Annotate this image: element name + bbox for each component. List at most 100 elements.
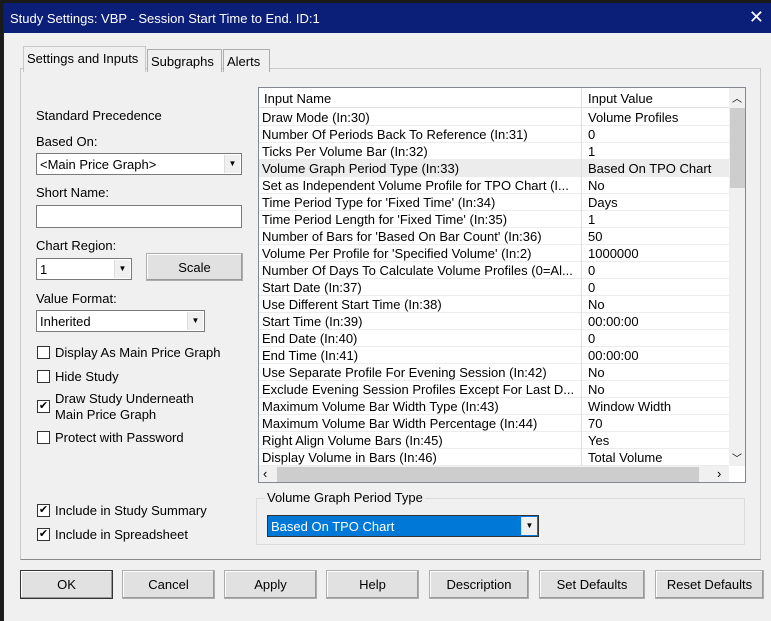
- protect-with-password-label: Protect with Password: [55, 430, 184, 445]
- input-value[interactable]: Total Volume: [588, 450, 662, 465]
- table-row[interactable]: Ticks Per Volume Bar (In:32) 1: [259, 143, 729, 160]
- input-name: Start Date (In:37): [262, 280, 362, 295]
- input-value[interactable]: 00:00:00: [588, 348, 639, 363]
- table-row[interactable]: End Time (In:41) 00:00:00: [259, 347, 729, 364]
- input-name: Exclude Evening Session Profiles Except …: [262, 382, 575, 397]
- input-value[interactable]: 1: [588, 144, 595, 159]
- scroll-up-icon[interactable]: ︿: [732, 90, 742, 105]
- table-row[interactable]: Number Of Days To Calculate Volume Profi…: [259, 262, 729, 279]
- input-value[interactable]: No: [588, 365, 605, 380]
- input-value[interactable]: Window Width: [588, 399, 671, 414]
- table-row[interactable]: Number Of Periods Back To Reference (In:…: [259, 126, 729, 143]
- input-name: Time Period Type for 'Fixed Time' (In:34…: [262, 195, 496, 210]
- chevron-down-icon: ▼: [521, 517, 537, 535]
- close-icon[interactable]: ✕: [749, 7, 764, 28]
- based-on-value: <Main Price Graph>: [40, 157, 157, 172]
- scroll-down-icon[interactable]: ﹀: [732, 450, 742, 465]
- input-value[interactable]: 70: [588, 416, 602, 431]
- volume-graph-period-type-value: Based On TPO Chart: [271, 519, 395, 534]
- input-value[interactable]: No: [588, 178, 605, 193]
- table-row[interactable]: Right Align Volume Bars (In:45) Yes: [259, 432, 729, 449]
- draw-study-underneath-label: Draw Study Underneath: [55, 391, 194, 406]
- input-value[interactable]: 0: [588, 331, 595, 346]
- input-value[interactable]: Days: [588, 195, 618, 210]
- volume-graph-period-type-select[interactable]: Based On TPO Chart ▼: [267, 515, 539, 537]
- table-row[interactable]: Set as Independent Volume Profile for TP…: [259, 177, 729, 194]
- tab-alerts[interactable]: Alerts: [223, 49, 270, 72]
- study-settings-dialog: Study Settings: VBP - Session Start Time…: [3, 3, 771, 621]
- input-value[interactable]: No: [588, 382, 605, 397]
- table-row[interactable]: Exclude Evening Session Profiles Except …: [259, 381, 729, 398]
- title-bar: Study Settings: VBP - Session Start Time…: [4, 3, 771, 33]
- input-name: Number Of Days To Calculate Volume Profi…: [262, 263, 573, 278]
- window-title: Study Settings: VBP - Session Start Time…: [10, 11, 320, 26]
- value-format-select[interactable]: Inherited ▼: [36, 310, 205, 332]
- input-name: Start Time (In:39): [262, 314, 363, 329]
- table-row[interactable]: End Date (In:40) 0: [259, 330, 729, 347]
- input-name: Ticks Per Volume Bar (In:32): [262, 144, 428, 159]
- chevron-down-icon: ▼: [114, 260, 130, 278]
- table-row[interactable]: Maximum Volume Bar Width Percentage (In:…: [259, 415, 729, 432]
- column-header-input-name[interactable]: Input Name: [264, 91, 331, 106]
- hide-study-checkbox[interactable]: [37, 370, 50, 383]
- input-value[interactable]: 0: [588, 127, 595, 142]
- input-value[interactable]: Based On TPO Chart: [588, 161, 711, 176]
- chart-region-select[interactable]: 1 ▼: [36, 258, 132, 280]
- table-row[interactable]: Start Time (In:39) 00:00:00: [259, 313, 729, 330]
- set-defaults-button[interactable]: Set Defaults: [539, 570, 645, 599]
- vertical-scrollbar[interactable]: ︿ ﹀: [729, 88, 745, 466]
- input-name: End Time (In:41): [262, 348, 359, 363]
- input-value[interactable]: Yes: [588, 433, 609, 448]
- based-on-select[interactable]: <Main Price Graph> ▼: [36, 153, 242, 175]
- table-row[interactable]: Maximum Volume Bar Width Type (In:43) Win…: [259, 398, 729, 415]
- table-row[interactable]: Display Volume in Bars (In:46) Total Volu…: [259, 449, 729, 466]
- cancel-button[interactable]: Cancel: [122, 570, 215, 599]
- table-row[interactable]: Volume Graph Period Type (In:33) Based On…: [259, 160, 729, 177]
- input-name: Maximum Volume Bar Width Percentage (In:…: [262, 416, 538, 431]
- based-on-label: Based On:: [36, 134, 98, 149]
- input-name: Draw Mode (In:30): [262, 110, 370, 125]
- input-value[interactable]: Volume Profiles: [588, 110, 678, 125]
- chart-region-label: Chart Region:: [36, 238, 117, 253]
- help-button[interactable]: Help: [326, 570, 419, 599]
- inputs-grid: Input Name Input Value Draw Mode (In:30)…: [258, 87, 746, 483]
- tab-settings-and-inputs[interactable]: Settings and Inputs: [23, 46, 146, 72]
- table-row[interactable]: Number of Bars for 'Based On Bar Count' …: [259, 228, 729, 245]
- protect-with-password-checkbox[interactable]: [37, 431, 50, 444]
- table-row[interactable]: Volume Per Profile for 'Specified Volume…: [259, 245, 729, 262]
- input-name: Display Volume in Bars (In:46): [262, 450, 437, 465]
- scale-button[interactable]: Scale: [146, 253, 243, 281]
- horizontal-scrollbar[interactable]: ‹ ›: [259, 466, 729, 482]
- input-name: Volume Graph Period Type (In:33): [262, 161, 460, 176]
- column-divider: [581, 88, 582, 468]
- display-as-main-price-graph-checkbox[interactable]: [37, 346, 50, 359]
- apply-button[interactable]: Apply: [224, 570, 317, 599]
- table-row[interactable]: Time Period Length for 'Fixed Time' (In:…: [259, 211, 729, 228]
- table-row[interactable]: Time Period Type for 'Fixed Time' (In:34…: [259, 194, 729, 211]
- editor-group-label: Volume Graph Period Type: [265, 490, 425, 505]
- scroll-left-icon[interactable]: ‹: [263, 466, 267, 481]
- scrollbar-thumb[interactable]: [730, 108, 745, 188]
- scroll-right-icon[interactable]: ›: [717, 466, 721, 481]
- horizontal-scrollbar-thumb[interactable]: [277, 467, 699, 482]
- table-row[interactable]: Use Different Start Time (In:38) No: [259, 296, 729, 313]
- draw-study-underneath-checkbox[interactable]: ✔: [37, 400, 50, 413]
- table-row[interactable]: Use Separate Profile For Evening Session…: [259, 364, 729, 381]
- include-in-spreadsheet-checkbox[interactable]: ✔: [37, 528, 50, 541]
- input-value[interactable]: 1000000: [588, 246, 639, 261]
- table-row[interactable]: Draw Mode (In:30) Volume Profiles: [259, 109, 729, 126]
- input-value[interactable]: 50: [588, 229, 602, 244]
- input-value[interactable]: 0: [588, 280, 595, 295]
- input-value[interactable]: No: [588, 297, 605, 312]
- ok-button[interactable]: OK: [20, 570, 113, 599]
- tab-subgraphs[interactable]: Subgraphs: [147, 49, 222, 72]
- input-value[interactable]: 0: [588, 263, 595, 278]
- include-in-study-summary-checkbox[interactable]: ✔: [37, 504, 50, 517]
- table-row[interactable]: Start Date (In:37) 0: [259, 279, 729, 296]
- input-value[interactable]: 00:00:00: [588, 314, 639, 329]
- input-value[interactable]: 1: [588, 212, 595, 227]
- description-button[interactable]: Description: [429, 570, 529, 599]
- column-header-input-value[interactable]: Input Value: [588, 91, 653, 106]
- short-name-input[interactable]: [36, 205, 242, 228]
- reset-defaults-button[interactable]: Reset Defaults: [655, 570, 764, 599]
